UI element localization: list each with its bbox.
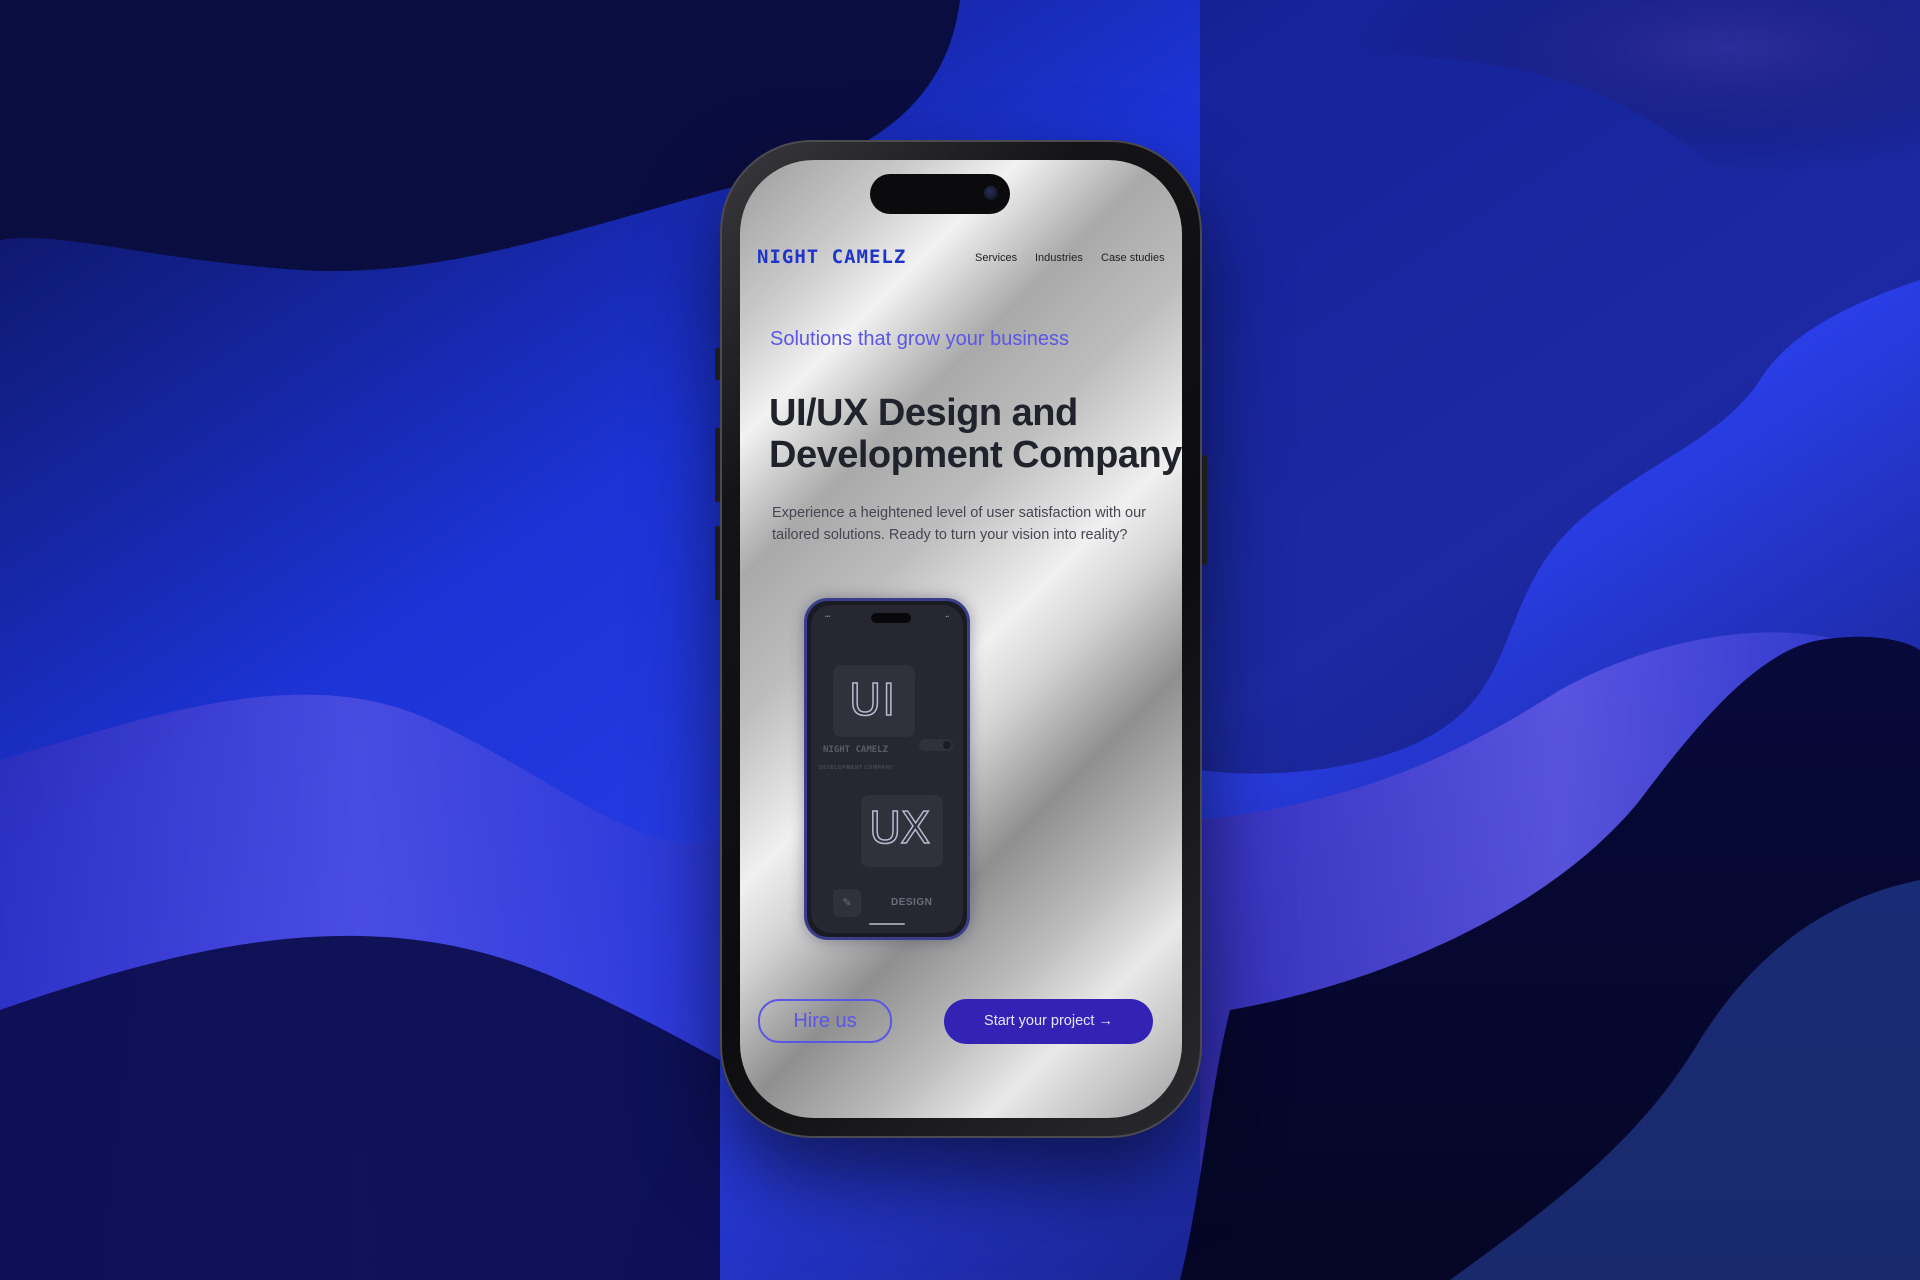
mockup-island <box>871 613 911 623</box>
hero-tagline: Solutions that grow your business <box>770 328 1070 350</box>
toggle-knob <box>943 741 951 749</box>
hero-headline: UI/UX Design and Development Company <box>769 392 1189 476</box>
camera-icon <box>984 186 998 200</box>
mockup-subtitle: DEVELOPMENT COMPANY <box>819 765 894 771</box>
dynamic-island <box>870 174 1010 214</box>
nav-services[interactable]: Services <box>975 252 1017 264</box>
mockup-status-icons: ▪▪ <box>945 614 949 620</box>
volume-down-button <box>715 526 720 600</box>
mockup-status-time: ••• <box>825 614 831 620</box>
hire-us-button[interactable]: Hire us <box>758 999 892 1043</box>
mockup-home-indicator <box>869 923 905 925</box>
pen-icon: ✎ <box>833 889 861 917</box>
site-logo[interactable]: NIGHT CAMELZ <box>757 246 906 268</box>
mockup-ui-text: UI <box>848 674 897 727</box>
action-button <box>715 348 720 380</box>
nav-case-studies[interactable]: Case studies <box>1101 252 1165 264</box>
hero-description: Experience a heightened level of user sa… <box>772 505 1146 543</box>
mockup-brand: NIGHT CAMELZ <box>823 745 889 755</box>
headline-line-1: UI/UX Design and <box>769 392 1078 434</box>
power-button <box>1202 455 1207 565</box>
mockup-ux-text: UX <box>868 802 931 855</box>
toggle-icon <box>919 739 953 751</box>
phone-mockup-image: ••• ▪▪ UI NIGHT CAMELZ DEVELOPMENT COMPA… <box>804 598 970 940</box>
mockup-design-label: DESIGN <box>891 897 933 908</box>
headline-line-2: Development Company <box>769 434 1182 476</box>
nav-industries[interactable]: Industries <box>1035 252 1083 264</box>
start-project-button[interactable]: Start your project → <box>944 999 1153 1044</box>
volume-up-button <box>715 428 720 502</box>
mockup-screen: ••• ▪▪ UI NIGHT CAMELZ DEVELOPMENT COMPA… <box>811 605 963 933</box>
